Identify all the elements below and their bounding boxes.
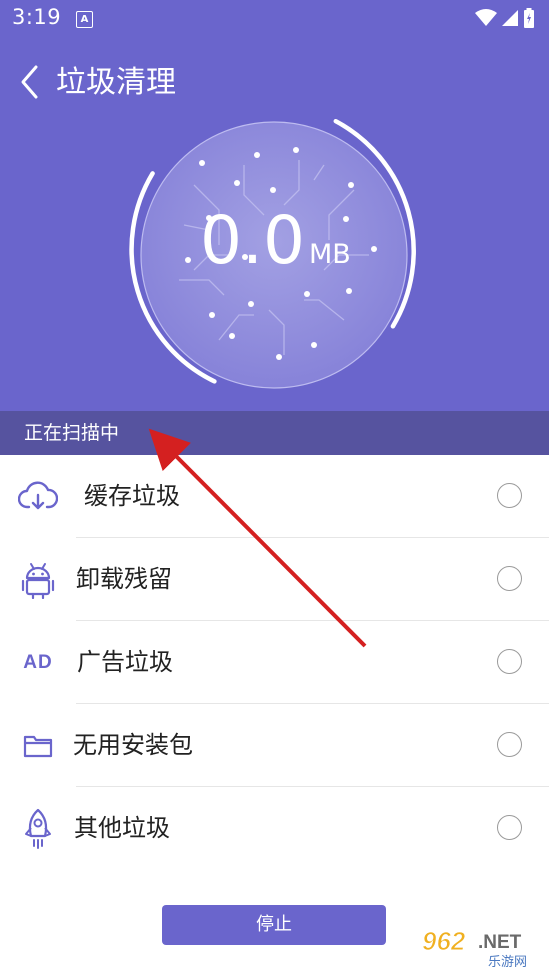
svg-text:.NET: .NET <box>478 932 522 953</box>
select-radio[interactable] <box>497 566 522 591</box>
list-item-label: 无用安装包 <box>73 731 193 759</box>
cloud-download-icon <box>18 477 58 517</box>
list-item-useless-packages[interactable]: 无用安装包 <box>0 704 549 787</box>
notification-icon: A <box>76 11 93 28</box>
ad-icon-text: AD <box>23 652 53 673</box>
scan-status-text: 正在扫描中 <box>24 422 120 444</box>
status-time: 3:19 <box>12 5 62 29</box>
battery-icon <box>524 8 534 28</box>
wifi-icon <box>475 9 497 26</box>
list-item-label: 广告垃圾 <box>77 648 173 676</box>
chevron-left-icon <box>21 65 38 99</box>
svg-text:乐游网: 乐游网 <box>488 955 527 970</box>
scan-status-bar: 正在扫描中 <box>0 411 549 455</box>
folder-icon <box>18 726 58 766</box>
stop-button[interactable]: 停止 <box>162 905 386 945</box>
junk-category-list: 缓存垃圾 卸载残留 AD 广告垃圾 无用安装包 其他垃圾 <box>0 455 549 870</box>
list-item-uninstall-residue[interactable]: 卸载残留 <box>0 538 549 621</box>
page-title: 垃圾清理 <box>56 65 176 100</box>
ad-icon: AD <box>18 643 58 683</box>
list-item-ad-junk[interactable]: AD 广告垃圾 <box>0 621 549 704</box>
list-item-label: 缓存垃圾 <box>84 482 180 510</box>
select-radio[interactable] <box>497 649 522 674</box>
svg-text:962: 962 <box>422 926 466 956</box>
list-item-label: 卸载残留 <box>76 565 172 593</box>
android-icon <box>18 560 58 600</box>
list-item-label: 其他垃圾 <box>74 814 170 842</box>
select-radio[interactable] <box>497 483 522 508</box>
select-radio[interactable] <box>497 732 522 757</box>
list-item-other-junk[interactable]: 其他垃圾 <box>0 787 549 870</box>
status-bar: 3:19 A <box>0 0 549 36</box>
junk-size-readout: 0.0 MB <box>200 206 351 276</box>
list-item-cache-junk[interactable]: 缓存垃圾 <box>0 455 549 538</box>
back-button[interactable] <box>14 62 48 102</box>
signal-icon <box>502 10 518 26</box>
junk-size-unit: MB <box>308 239 351 270</box>
select-radio[interactable] <box>497 815 522 840</box>
rocket-icon <box>18 808 58 849</box>
site-watermark-logo: 962 .NET 乐游网 <box>418 924 544 971</box>
junk-size-value: 0.0 <box>200 202 305 279</box>
